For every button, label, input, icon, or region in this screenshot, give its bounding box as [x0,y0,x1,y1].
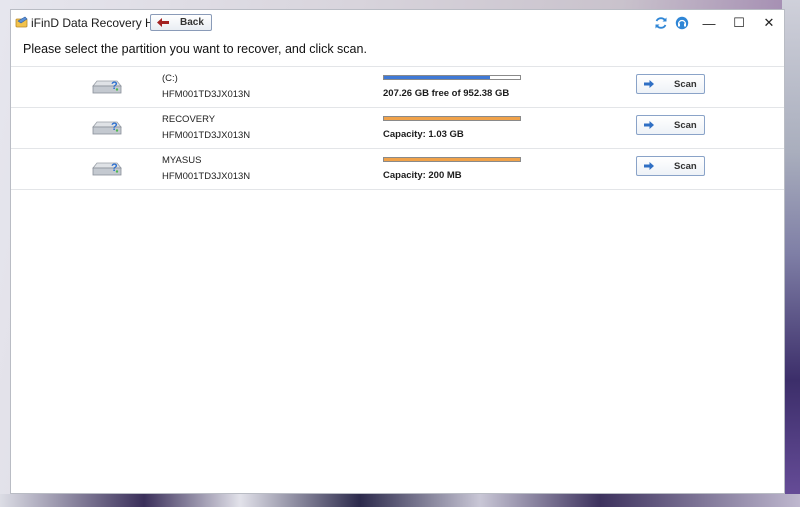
usage-bar [383,157,521,162]
partition-name: RECOVERY [162,114,216,125]
usage-bar-fill [384,76,491,79]
partition-model: HFM001TD3JX013N [162,130,251,141]
headset-icon[interactable] [675,16,689,30]
forward-arrow-icon [644,162,654,170]
scan-button[interactable]: Scan [636,156,705,176]
minimize-button[interactable]: — [694,10,724,36]
partition-row-c[interactable]: ? (C:) HFM001TD3JX013N 207.26 GB free of… [11,67,784,107]
svg-text:?: ? [111,162,118,174]
usage-bar [383,75,521,80]
partition-model: HFM001TD3JX013N [162,89,251,100]
scan-label: Scan [674,79,697,90]
usage-bar-fill [384,158,520,161]
partition-model: HFM001TD3JX013N [162,171,251,182]
forward-arrow-icon [644,80,654,88]
hard-drive-question-icon: ? [92,162,122,176]
back-button[interactable]: Back [150,14,212,31]
hard-drive-question-icon: ? [92,80,122,94]
partition-capacity: Capacity: 200 MB [383,170,462,181]
row-divider [11,189,784,190]
forward-arrow-icon [644,121,654,129]
back-arrow-icon [157,18,169,27]
scan-button[interactable]: Scan [636,115,705,135]
key-folder-icon [15,16,28,28]
partition-name: (C:) [162,73,178,84]
partition-capacity: 207.26 GB free of 952.38 GB [383,88,510,99]
instruction-text: Please select the partition you want to … [23,42,367,56]
maximize-button[interactable]: ☐ [724,10,754,36]
svg-text:?: ? [111,121,118,133]
back-label: Back [180,17,204,28]
title-bar[interactable]: iFinD Data Recovery Home Back — ☐ ✕ [11,10,784,36]
scan-button[interactable]: Scan [636,74,705,94]
desktop-wallpaper-bottom [0,494,800,507]
partition-name: MYASUS [162,155,202,166]
close-button[interactable]: ✕ [754,10,784,36]
scan-label: Scan [674,161,697,172]
svg-text:?: ? [111,80,118,92]
scan-label: Scan [674,120,697,131]
partition-row-myasus[interactable]: ? MYASUS HFM001TD3JX013N Capacity: 200 M… [11,149,784,189]
partition-row-recovery[interactable]: ? RECOVERY HFM001TD3JX013N Capacity: 1.0… [11,108,784,148]
hard-drive-question-icon: ? [92,121,122,135]
usage-bar [383,116,521,121]
refresh-icon[interactable] [654,16,668,30]
app-window: iFinD Data Recovery Home Back — ☐ ✕ Plea… [10,9,785,494]
usage-bar-fill [384,117,520,120]
partition-capacity: Capacity: 1.03 GB [383,129,464,140]
